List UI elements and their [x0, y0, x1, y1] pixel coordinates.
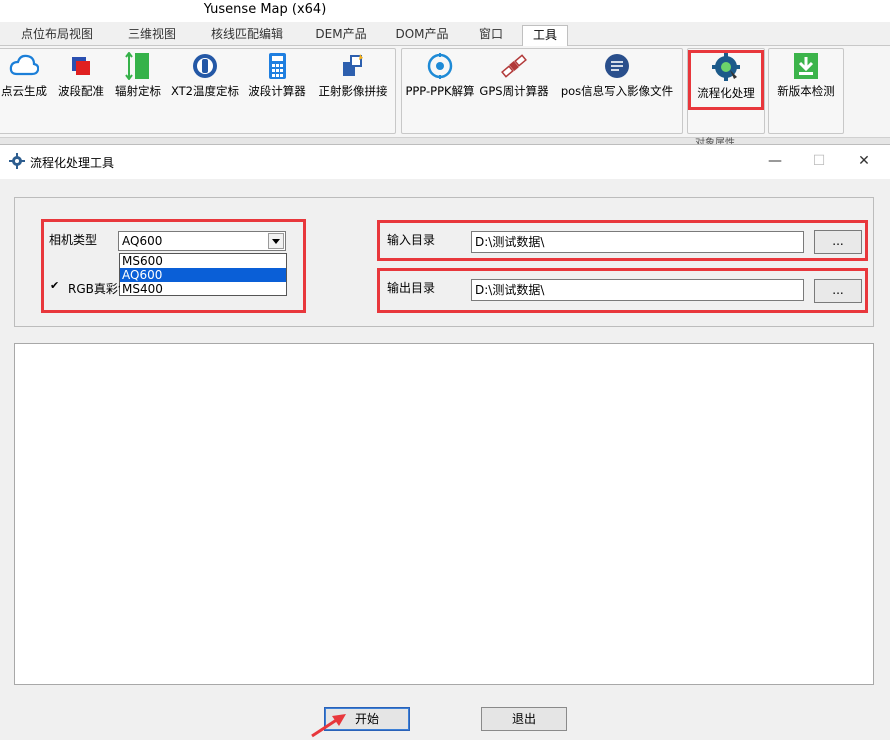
ribbon-tabs: 点位布局视图 三维视图 核线匹配编辑 DEM产品 DOM产品 窗口 工具 [0, 22, 890, 47]
band-calculator-label: 波段计算器 [248, 84, 306, 98]
ortho-mosaic-button[interactable]: 正射影像拼接 [312, 50, 394, 106]
app-title: Yusense Map (x64) [203, 2, 327, 17]
app-titlebar: Yusense Map (x64) [0, 0, 890, 22]
pos-write-button[interactable]: pos信息写入影像文件 [554, 50, 680, 106]
version-check-button[interactable]: 新版本检测 [770, 50, 842, 106]
temperature-calibration-button[interactable]: XT2温度定标 [168, 50, 242, 106]
log-output-area[interactable] [14, 343, 874, 685]
tab-dem-product[interactable]: DEM产品 [308, 25, 374, 46]
radiometric-calibration-label: 辐射定标 [115, 84, 161, 98]
dialog-titlebar: 流程化处理工具 — ☐ ✕ [0, 145, 890, 179]
ortho-mosaic-label: 正射影像拼接 [318, 84, 388, 98]
band-register-icon [72, 57, 90, 75]
radiometric-calibration-icon [125, 52, 149, 80]
point-cloud-button[interactable]: 点云生成 [0, 50, 52, 106]
dialog-title: 流程化处理工具 [30, 156, 115, 170]
temperature-calibration-icon [193, 54, 217, 78]
minimize-button[interactable]: — [760, 150, 790, 172]
band-calculator-button[interactable]: 波段计算器 [243, 50, 311, 106]
point-cloud-label: 点云生成 [1, 84, 47, 98]
band-register-button[interactable]: 波段配准 [54, 50, 108, 106]
workflow-highlight [688, 50, 764, 110]
band-register-label: 波段配准 [58, 84, 104, 98]
gps-week-button[interactable]: GPS周计算器 [476, 50, 552, 106]
download-icon [794, 53, 818, 79]
tab-epipolar-edit[interactable]: 核线匹配编辑 [200, 25, 294, 46]
calculator-icon [269, 53, 286, 79]
ppp-ppk-label: PPP-PPK解算 [405, 84, 475, 98]
maximize-button[interactable]: ☐ [804, 150, 834, 172]
output-dir-highlight [377, 268, 868, 313]
exit-button[interactable]: 退出 [481, 707, 567, 731]
tab-window[interactable]: 窗口 [470, 25, 512, 46]
satellite-icon [501, 54, 527, 78]
pos-write-label: pos信息写入影像文件 [560, 84, 674, 98]
tab-3d-view[interactable]: 三维视图 [118, 25, 186, 46]
pos-write-icon [605, 54, 629, 78]
close-button[interactable]: ✕ [849, 150, 879, 172]
dialog-gear-icon [9, 153, 25, 169]
ribbon-body: 点云生成 波段配准 辐射定标 XT2温度定标 波段计算器 正射影像拼接 PPP-… [0, 46, 890, 138]
ppp-ppk-button[interactable]: PPP-PPK解算 [405, 50, 475, 106]
input-dir-highlight [377, 220, 868, 261]
arrow-pointer-icon [311, 714, 346, 738]
tab-point-layout[interactable]: 点位布局视图 [12, 25, 102, 46]
tab-dom-product[interactable]: DOM产品 [388, 25, 456, 46]
cloud-icon [9, 54, 39, 76]
tab-tools[interactable]: 工具 [522, 25, 568, 47]
ortho-mosaic-icon [343, 54, 363, 76]
workflow-dialog: 流程化处理工具 — ☐ ✕ 相机类型 AQ600 MS600 AQ600 MS4… [0, 144, 890, 740]
radiometric-calibration-button[interactable]: 辐射定标 [110, 50, 166, 106]
ppp-ppk-icon [427, 53, 453, 79]
version-check-label: 新版本检测 [777, 84, 835, 98]
gps-week-label: GPS周计算器 [479, 84, 549, 98]
temperature-calibration-label: XT2温度定标 [170, 84, 240, 98]
camera-highlight [41, 219, 306, 313]
